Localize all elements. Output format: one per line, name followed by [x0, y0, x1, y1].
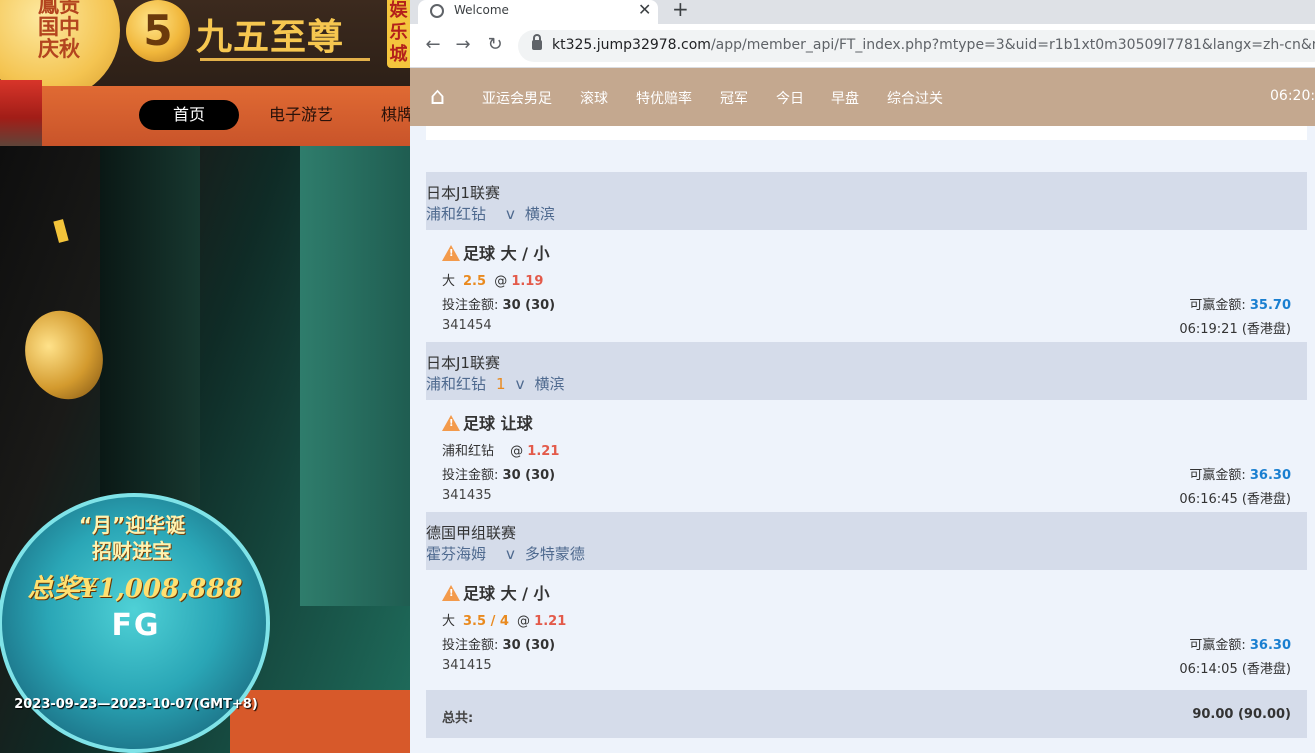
url-text[interactable]: kt325.jump32978.com/app/member_api/FT_in…: [552, 37, 1315, 53]
win-amount: 可赢金额: 36.30: [1189, 468, 1291, 483]
new-tab-button[interactable]: +: [672, 0, 689, 21]
reload-icon[interactable]: ↻: [484, 34, 506, 55]
close-icon[interactable]: ✕: [638, 0, 651, 19]
casino-side-tag: 娱乐城: [387, 0, 410, 68]
bet-type: 足球 大 / 小: [442, 240, 550, 264]
bet-time: 06:19:21 (香港盘): [1179, 322, 1291, 337]
browser-window: Welcome ✕ + ← → ↻ kt325.jump32978.com/ap…: [410, 0, 1315, 753]
clock: 06:20:0: [1270, 88, 1315, 104]
back-arrow-icon[interactable]: ←: [422, 34, 444, 55]
lock-icon[interactable]: [532, 34, 542, 50]
bet-time: 06:16:45 (香港盘): [1179, 492, 1291, 507]
menu-parlay[interactable]: 综合过关: [887, 88, 943, 108]
content-top-strip: [426, 126, 1307, 140]
bet-pick: 大 2.5 @ 1.19: [442, 274, 544, 289]
warning-icon: [442, 415, 460, 431]
background-casino-site: 鳳贵国中庆秋 5 九五至尊 娱乐城 首页 电子游艺 棋牌 “月”迎华诞 招财进宝…: [0, 0, 410, 753]
bet-header: [426, 172, 1307, 230]
promo-date: 2023-09-23—2023-10-07(GMT+8): [14, 697, 258, 712]
bet-pick: 浦和红钻 @ 1.21: [442, 444, 560, 459]
menu-outright[interactable]: 冠军: [720, 88, 748, 108]
league-name: 德国甲组联赛: [426, 524, 517, 542]
bet-pick: 大 3.5 / 4 @ 1.21: [442, 614, 567, 629]
menu-today[interactable]: 今日: [776, 88, 804, 108]
moon-text: 鳳贵国中庆秋: [38, 0, 80, 61]
home-icon[interactable]: ⌂: [430, 84, 454, 108]
promo-title: “月”迎华诞 招财进宝: [78, 513, 186, 563]
globe-icon: [430, 4, 444, 18]
casino-logo-text[interactable]: 九五至尊: [196, 8, 344, 60]
casino-nav-chess-cards[interactable]: 棋牌: [381, 100, 410, 130]
total-value: 90.00 (90.00): [1192, 707, 1291, 722]
logo-underline: [200, 58, 370, 61]
ticket-id: 341435: [442, 488, 492, 503]
win-amount: 可赢金额: 35.70: [1189, 298, 1291, 313]
match-teams: 浦和红钻 v 横滨: [426, 205, 555, 223]
tab-welcome[interactable]: Welcome ✕: [418, 0, 658, 24]
match-teams: 浦和红钻 1 v 横滨: [426, 375, 565, 393]
warning-icon: [442, 585, 460, 601]
menu-live[interactable]: 滚球: [580, 88, 608, 108]
ticket-id: 341415: [442, 658, 492, 673]
league-name: 日本J1联赛: [426, 184, 500, 202]
total-bar: [426, 690, 1307, 738]
win-amount: 可赢金额: 36.30: [1189, 638, 1291, 653]
match-teams: 霍芬海姆 v 多特蒙德: [426, 545, 585, 563]
casino-nav-home[interactable]: 首页: [139, 100, 239, 130]
promo-amount: 总奖¥1,008,888: [27, 574, 243, 604]
casino-logo-icon[interactable]: 5: [126, 0, 190, 62]
menu-early[interactable]: 早盘: [831, 88, 859, 108]
tab-title: Welcome: [454, 3, 509, 17]
bet-type: 足球 让球: [442, 410, 533, 434]
warning-icon: [442, 245, 460, 261]
ticket-id: 341454: [442, 318, 492, 333]
casino-nav-electronic-games[interactable]: 电子游艺: [269, 100, 333, 130]
bet-type: 足球 大 / 小: [442, 580, 550, 604]
league-name: 日本J1联赛: [426, 354, 500, 372]
fg-logo: FG: [111, 608, 161, 643]
banner-pillar-right: [300, 146, 410, 606]
forward-arrow-icon[interactable]: →: [452, 34, 474, 55]
stake-amount: 投注金额: 30 (30): [442, 638, 556, 653]
bet-time: 06:14:05 (香港盘): [1179, 662, 1291, 677]
stake-amount: 投注金额: 30 (30): [442, 298, 556, 313]
total-label: 总共:: [442, 711, 474, 726]
stake-amount: 投注金额: 30 (30): [442, 468, 556, 483]
menu-special-odds[interactable]: 特优赔率: [636, 88, 692, 108]
menu-asian-games-football[interactable]: 亚运会男足: [482, 88, 552, 108]
